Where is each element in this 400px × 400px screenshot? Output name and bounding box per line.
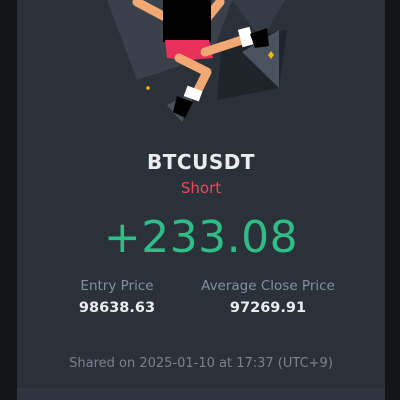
- pnl-amount: +233.08: [103, 212, 299, 263]
- close-price-block: Average Close Price 97269.91: [193, 278, 343, 316]
- black-shirt: [163, 0, 211, 42]
- shared-timestamp: Shared on 2025-01-10 at 17:37 (UTC+9): [69, 356, 333, 371]
- card-bottom-divider: [17, 388, 385, 400]
- jumping-character-illustration: [107, 0, 287, 122]
- close-price-label: Average Close Price: [201, 278, 335, 294]
- position-side: Short: [180, 179, 222, 197]
- share-screen: BTCUSDT Short +233.08 Entry Price 98638.…: [0, 0, 400, 400]
- sparkle-dot: [146, 86, 150, 90]
- trading-pair: BTCUSDT: [147, 150, 255, 174]
- pnl-share-card: BTCUSDT Short +233.08 Entry Price 98638.…: [17, 0, 385, 400]
- front-leg: [174, 53, 212, 97]
- entry-price-block: Entry Price 98638.63: [61, 278, 173, 316]
- entry-price-label: Entry Price: [80, 278, 154, 294]
- entry-price-value: 98638.63: [78, 300, 156, 316]
- close-price-value: 97269.91: [229, 300, 307, 316]
